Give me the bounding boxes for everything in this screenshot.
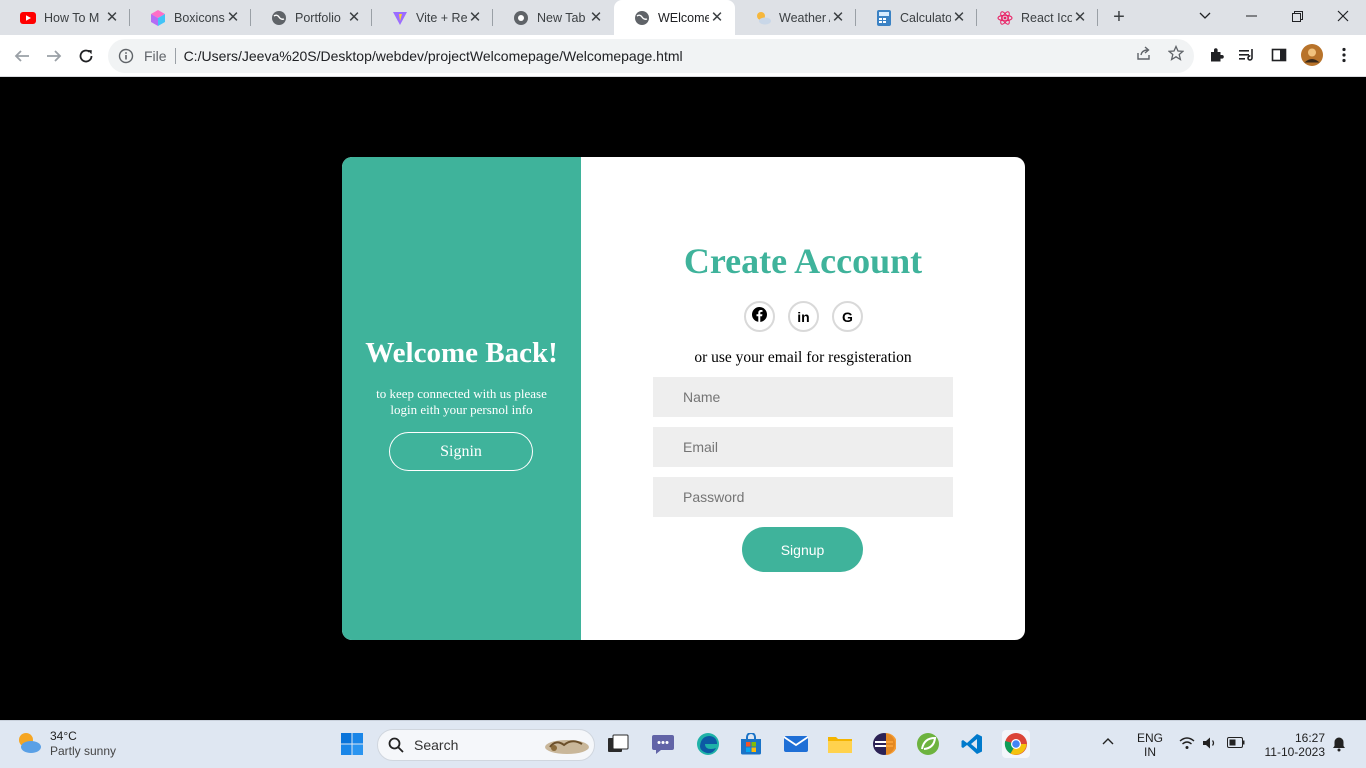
site-info-icon[interactable] (118, 48, 134, 64)
welcome-heading: Welcome Back! (365, 337, 558, 369)
volume-icon[interactable] (1202, 736, 1218, 753)
tab-vite[interactable]: Vite + Rea ✕ (372, 0, 493, 35)
name-input[interactable] (653, 377, 953, 417)
email-input[interactable] (653, 427, 953, 467)
notification-icon[interactable] (1331, 736, 1347, 755)
weather-icon (755, 10, 771, 26)
weather-condition: Partly sunny (50, 744, 117, 758)
tab-new-tab[interactable]: New Tab ✕ (493, 0, 614, 35)
react-icon (997, 10, 1013, 26)
file-explorer-icon[interactable] (826, 730, 854, 758)
tab-weather[interactable]: Weather A ✕ (735, 0, 856, 35)
restore-button[interactable] (1274, 0, 1320, 32)
search-icon (388, 737, 404, 753)
partly-sunny-icon (16, 730, 42, 759)
reload-button[interactable] (73, 43, 99, 69)
tab-calculator[interactable]: Calculator ✕ (856, 0, 977, 35)
extensions-icon[interactable] (1206, 45, 1226, 65)
vite-icon (392, 10, 408, 26)
password-input[interactable] (653, 477, 953, 517)
close-window-button[interactable] (1320, 0, 1366, 32)
email-registration-text: or use your email for resgisteration (694, 349, 912, 366)
divider (174, 48, 176, 64)
new-tab-button[interactable]: + (1108, 6, 1130, 28)
chrome-taskbar-icon[interactable] (1002, 730, 1030, 758)
show-hidden-icons[interactable] (1102, 734, 1114, 748)
mail-icon[interactable] (782, 730, 810, 758)
signin-button[interactable]: Signin (389, 432, 533, 471)
bookmark-star-icon[interactable] (1167, 44, 1185, 62)
close-tab-icon[interactable]: ✕ (467, 9, 483, 26)
clock-date: 11-10-2023 (1264, 745, 1326, 759)
tab-react-icons[interactable]: React Icor ✕ (977, 0, 1098, 35)
welcome-card: Welcome Back! to keep connected with us … (342, 157, 1025, 640)
teams-chat-icon[interactable] (649, 730, 677, 758)
google-icon: G (842, 308, 853, 325)
windows-taskbar: 34°C Partly sunny Search ENG IN 16:27 11… (0, 720, 1366, 768)
menu-dots-icon[interactable] (1334, 45, 1354, 65)
microsoft-store-icon[interactable] (737, 730, 765, 758)
signup-button[interactable]: Signup (742, 527, 863, 572)
linkedin-icon: in (797, 308, 810, 325)
chrome-icon (513, 10, 529, 26)
globe-icon (271, 10, 287, 26)
taskbar-search[interactable]: Search (377, 729, 595, 761)
linkedin-button[interactable]: in (788, 301, 819, 332)
reading-list-icon[interactable] (1237, 45, 1257, 65)
close-tab-icon[interactable]: ✕ (225, 9, 241, 26)
minimize-button[interactable] (1228, 0, 1274, 32)
close-tab-icon[interactable]: ✕ (1072, 9, 1088, 26)
vscode-icon[interactable] (958, 730, 986, 758)
tab-welcome[interactable]: WElcome ✕ (614, 0, 735, 35)
battery-icon[interactable] (1227, 737, 1245, 751)
edge-browser-icon[interactable] (694, 730, 722, 758)
weather-widget[interactable]: 34°C Partly sunny (16, 729, 116, 759)
globe-icon (634, 10, 650, 26)
close-tab-icon[interactable]: ✕ (709, 9, 725, 26)
welcome-text: to keep connected with us please login e… (376, 386, 547, 417)
profile-avatar[interactable] (1301, 44, 1323, 66)
search-label: Search (414, 737, 459, 753)
clock-time: 16:27 (1294, 731, 1325, 745)
forward-button[interactable] (41, 43, 67, 69)
close-tab-icon[interactable]: ✕ (830, 9, 846, 26)
google-button[interactable]: G (832, 301, 863, 332)
facebook-button[interactable] (744, 301, 775, 332)
share-icon[interactable] (1135, 44, 1153, 62)
facebook-icon (752, 306, 767, 327)
welcome-panel: Welcome Back! to keep connected with us … (342, 157, 581, 640)
wifi-icon[interactable] (1179, 736, 1195, 753)
youtube-icon (20, 10, 36, 26)
tab-boxicons[interactable]: Boxicons ✕ (130, 0, 251, 35)
spring-tool-icon[interactable] (914, 730, 942, 758)
task-view-icon[interactable] (604, 730, 632, 758)
windows-start-icon[interactable] (338, 730, 366, 758)
clock[interactable]: 16:27 11-10-2023 (1259, 731, 1326, 759)
create-account-heading: Create Account (683, 241, 923, 281)
eclipse-icon[interactable] (870, 730, 898, 758)
tab-portfolio[interactable]: Portfolio ✕ (251, 0, 372, 35)
close-tab-icon[interactable]: ✕ (951, 9, 967, 26)
side-panel-icon[interactable] (1269, 45, 1289, 65)
close-tab-icon[interactable]: ✕ (346, 9, 362, 26)
tab-search-icon[interactable] (1182, 0, 1228, 32)
close-tab-icon[interactable]: ✕ (588, 9, 604, 26)
tab-how-to[interactable]: How To M ✕ (0, 0, 130, 35)
page-viewport: Welcome Back! to keep connected with us … (0, 77, 1366, 720)
address-bar[interactable]: File C:/Users/Jeeva%20S/Desktop/webdev/p… (108, 39, 1194, 73)
language-indicator[interactable]: ENG IN (1136, 731, 1164, 759)
scheme-label: File (144, 48, 167, 64)
close-tab-icon[interactable]: ✕ (104, 9, 120, 26)
boxicons-icon (150, 9, 166, 26)
search-highlight-icon (544, 735, 590, 755)
back-button[interactable] (9, 43, 35, 69)
browser-toolbar: File C:/Users/Jeeva%20S/Desktop/webdev/p… (0, 35, 1366, 77)
url-text[interactable]: C:/Users/Jeeva%20S/Desktop/webdev/projec… (184, 48, 683, 64)
weather-temp: 34°C (50, 729, 77, 743)
calculator-icon (876, 9, 892, 26)
tab-strip: How To M ✕ Boxicons ✕ Portfolio ✕ Vite +… (0, 0, 1366, 35)
